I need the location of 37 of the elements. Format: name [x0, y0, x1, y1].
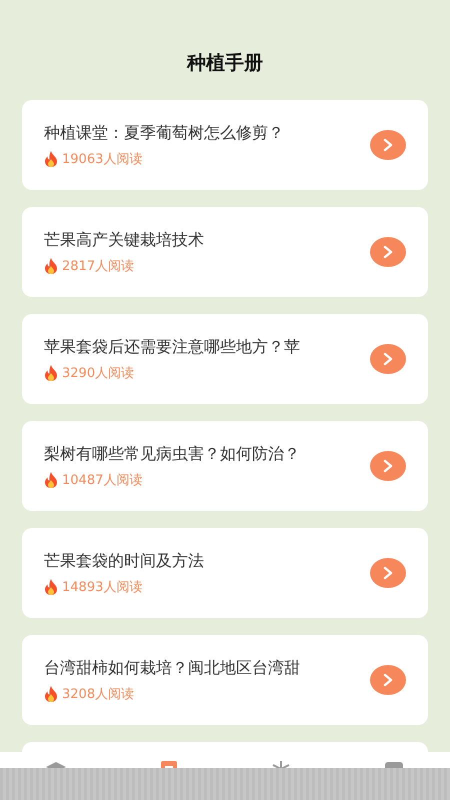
chevron-right-icon — [383, 352, 393, 366]
article-card[interactable]: 苹果套袋后还需要注意哪些地方？苹 3290人阅读 — [22, 314, 428, 404]
arrow-button[interactable] — [370, 344, 406, 374]
arrow-button[interactable] — [370, 665, 406, 695]
arrow-button[interactable] — [370, 558, 406, 588]
article-card[interactable]: 梨树有哪些常见病虫害？如何防治？ 10487人阅读 — [22, 421, 428, 511]
article-card[interactable]: 台湾甜柿如何栽培？闽北地区台湾甜 3208人阅读 — [22, 635, 428, 725]
arrow-button[interactable] — [370, 130, 406, 160]
page-title: 种植手册 — [187, 51, 263, 76]
article-title: 芒果高产关键栽培技术 — [44, 230, 204, 250]
arrow-button[interactable] — [370, 237, 406, 267]
article-title: 台湾甜柿如何栽培？闽北地区台湾甜 — [44, 658, 300, 678]
chevron-right-icon — [383, 138, 393, 152]
fire-icon — [44, 150, 58, 166]
fire-icon — [44, 578, 58, 594]
chevron-right-icon — [383, 566, 393, 580]
read-count: 19063人阅读 — [62, 150, 142, 168]
article-title: 种植课堂：夏季葡萄树怎么修剪？ — [44, 122, 284, 144]
fire-icon — [44, 364, 58, 380]
chevron-right-icon — [383, 245, 393, 259]
arrow-button[interactable] — [370, 451, 406, 481]
article-card[interactable]: 种植课堂：夏季葡萄树怎么修剪？ 19063人阅读 — [22, 100, 428, 190]
read-count: 3208人阅读 — [62, 686, 134, 702]
article-card[interactable]: 芒果套袋的时间及方法 14893人阅读 — [22, 528, 428, 618]
article-title: 苹果套袋后还需要注意哪些地方？苹 — [44, 336, 300, 358]
read-count: 10487人阅读 — [62, 472, 142, 488]
fire-icon — [44, 472, 58, 488]
fire-icon — [44, 686, 58, 702]
read-count: 2817人阅读 — [62, 258, 134, 274]
fire-icon — [44, 258, 58, 274]
read-count: 14893人阅读 — [62, 578, 142, 596]
read-count: 3290人阅读 — [62, 364, 134, 382]
chevron-right-icon — [383, 673, 393, 687]
article-card[interactable]: 芒果高产关键栽培技术 2817人阅读 — [22, 207, 428, 297]
article-title: 芒果套袋的时间及方法 — [44, 550, 204, 572]
article-title: 梨树有哪些常见病虫害？如何防治？ — [44, 444, 300, 464]
chevron-right-icon — [383, 459, 393, 473]
